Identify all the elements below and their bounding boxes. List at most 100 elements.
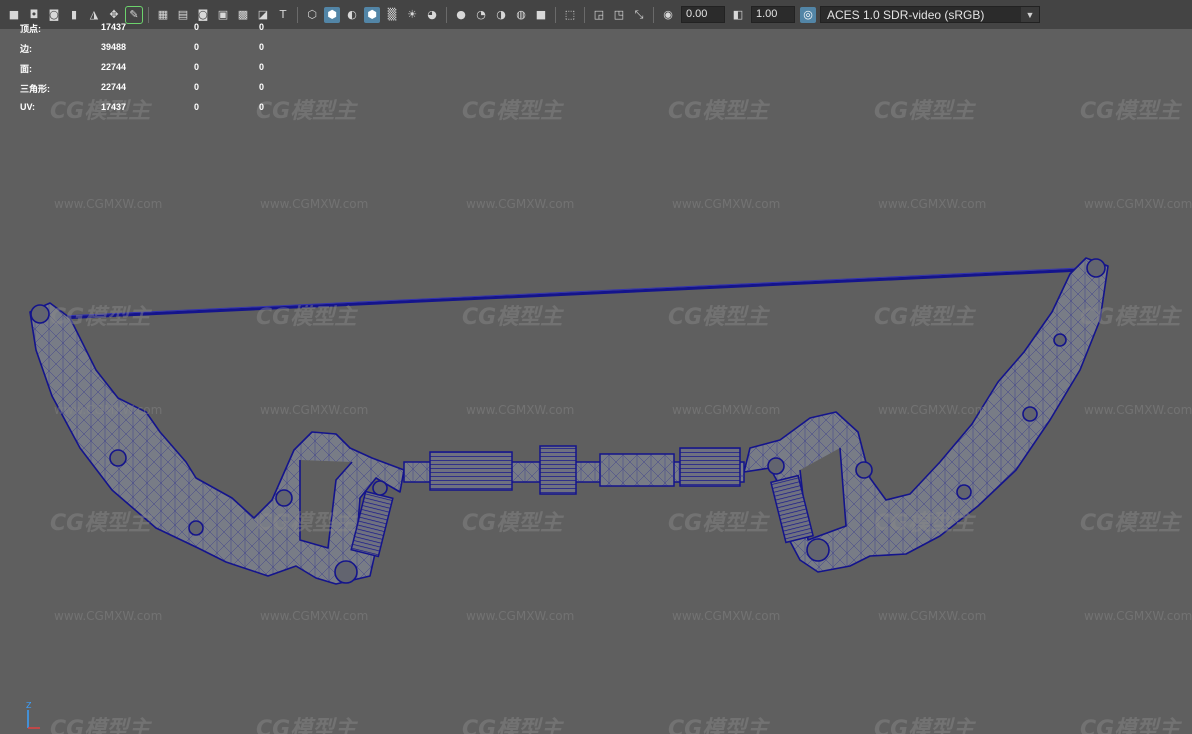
watermark-url: www.CGMXW.com [672, 609, 780, 623]
viewport-toolbar: ■ ◘ ◙ ▮ ◮ ✥ ✎ ▦ ▤ ◙ ▣ ▩ ◪ T ⬡ ⬢ ◐ ⬢ ▒ ☀ … [0, 0, 1192, 29]
xray-active-icon[interactable]: ◲ [591, 7, 607, 23]
safe-action-icon[interactable]: ◪ [255, 7, 271, 23]
safe-title-icon[interactable]: T [275, 7, 291, 23]
chevron-down-icon[interactable]: ▼ [1021, 7, 1039, 22]
watermark-logo: CG模型主 [668, 717, 770, 734]
watermark-url: www.CGMXW.com [260, 197, 368, 211]
watermark-logo: CG模型主 [462, 511, 564, 536]
watermark-url: www.CGMXW.com [878, 609, 986, 623]
watermark-logo: CG模型主 [874, 99, 976, 124]
film-gate-icon[interactable]: ▤ [175, 7, 191, 23]
hud-label: 三角形: [20, 84, 50, 94]
backface-cull-icon[interactable]: ◳ [611, 7, 627, 23]
watermark-logo: CG模型主 [1080, 305, 1182, 330]
watermark-logo: CG模型主 [668, 305, 770, 330]
watermark-url: www.CGMXW.com [878, 197, 986, 211]
isolate-select-icon[interactable]: ■ [533, 7, 549, 23]
shadows-icon[interactable]: ◕ [424, 7, 440, 23]
watermark-url: www.CGMXW.com [54, 197, 162, 211]
color-management-value: ACES 1.0 SDR-video (sRGB) [827, 8, 985, 22]
watermark-logo: CG模型主 [256, 305, 358, 330]
watermark-logo: CG模型主 [50, 511, 152, 536]
exposure-field[interactable]: 0.00 [681, 6, 725, 23]
field-chart-icon[interactable]: ▩ [235, 7, 251, 23]
hud-value: 0 [194, 82, 200, 92]
watermark-layer: CG模型主 www.CGMXW.com CG模型主 www.CGMXW.com CG模型… [50, 99, 1192, 734]
watermark-logo: CG模型主 [668, 99, 770, 124]
watermark-url: www.CGMXW.com [1084, 403, 1192, 417]
screen-space-ao-icon[interactable]: ● [453, 7, 469, 23]
hud-value: 0 [259, 82, 265, 92]
watermark-url: www.CGMXW.com [54, 609, 162, 623]
watermark-logo: CG模型主 [50, 717, 152, 734]
watermark-logo: CG模型主 [874, 511, 976, 536]
wireframe-icon[interactable]: ⬡ [304, 7, 320, 23]
camera-attributes-icon[interactable]: ◙ [46, 7, 62, 23]
watermark-url: www.CGMXW.com [1084, 197, 1192, 211]
toolbar-divider [148, 6, 149, 23]
toolbar-divider [653, 6, 654, 23]
depth-of-field-icon[interactable]: ◍ [513, 7, 529, 23]
resolution-gate-icon[interactable]: ◙ [195, 7, 211, 23]
2d-pan-zoom-icon[interactable]: ✥ [106, 7, 122, 23]
hud-value: 0 [194, 22, 200, 32]
camera-icon[interactable]: ■ [6, 7, 22, 23]
hud-value: 17437 [101, 22, 127, 32]
3d-viewport[interactable]: CG模型主 www.CGMXW.com CG模型主 www.CGMXW.com CG模型… [0, 0, 1192, 734]
grease-pencil-icon[interactable]: ✎ [125, 5, 143, 24]
xray-joints-icon[interactable]: ⬚ [562, 7, 578, 23]
toolbar-divider [297, 6, 298, 23]
hud-label: 边: [20, 44, 32, 54]
image-plane-icon[interactable]: ◮ [86, 7, 102, 23]
hud-value: 0 [194, 62, 200, 72]
watermark-logo: CG模型主 [462, 99, 564, 124]
watermark-url: www.CGMXW.com [260, 609, 368, 623]
hud-value: 39488 [101, 42, 127, 52]
use-all-lights-icon[interactable]: ☀ [404, 7, 420, 23]
gate-mask-icon[interactable]: ▣ [215, 7, 231, 23]
exposure-icon[interactable]: ◉ [660, 7, 676, 23]
watermark-url: www.CGMXW.com [466, 403, 574, 417]
watermark-url: www.CGMXW.com [466, 197, 574, 211]
grid-icon[interactable]: ▦ [155, 7, 171, 23]
watermark-logo: CG模型主 [1080, 511, 1182, 536]
motion-blur-icon[interactable]: ◔ [473, 7, 489, 23]
hud-value: 0 [259, 102, 265, 112]
gamma-icon[interactable]: ◧ [730, 7, 746, 23]
hud-value: 0 [194, 42, 200, 52]
watermark-logo: CG模型主 [1080, 717, 1182, 734]
hud-value: 22744 [101, 62, 127, 72]
watermark-logo: CG模型主 [874, 717, 976, 734]
watermark-url: www.CGMXW.com [672, 197, 780, 211]
frame-all-icon[interactable]: ⤡ [631, 7, 647, 23]
multisample-aa-icon[interactable]: ◑ [493, 7, 509, 23]
watermark-url: www.CGMXW.com [54, 403, 162, 417]
watermark-logo: CG模型主 [256, 511, 358, 536]
watermark-logo: CG模型主 [874, 305, 976, 330]
color-management-dropdown[interactable]: ACES 1.0 SDR-video (sRGB) ▼ [820, 6, 1040, 23]
toolbar-divider [446, 6, 447, 23]
watermark-logo: CG模型主 [256, 99, 358, 124]
default-material-icon[interactable]: ◐ [344, 7, 360, 23]
axis-gizmo-icon: Z [26, 701, 40, 729]
smooth-shade-icon[interactable]: ⬢ [324, 6, 340, 23]
watermark-logo: CG模型主 [50, 305, 152, 330]
hud-value: 0 [194, 102, 200, 112]
hud-label: 顶点: [20, 24, 41, 34]
hud-value: 0 [259, 62, 265, 72]
toolbar-divider [555, 6, 556, 23]
color-management-icon[interactable]: ◎ [800, 6, 816, 23]
watermark-url: www.CGMXW.com [878, 403, 986, 417]
gamma-field[interactable]: 1.00 [751, 6, 795, 23]
xray-icon[interactable]: ▒ [384, 7, 400, 23]
camera-lock-icon[interactable]: ◘ [26, 7, 42, 23]
watermark-url: www.CGMXW.com [260, 403, 368, 417]
hud-label: 面: [20, 64, 32, 74]
watermark-url: www.CGMXW.com [1084, 609, 1192, 623]
toolbar-divider [584, 6, 585, 23]
watermark-logo: CG模型主 [1080, 99, 1182, 124]
bookmark-icon[interactable]: ▮ [66, 7, 82, 23]
hud-label: UV: [20, 102, 36, 112]
hud-value: 17437 [101, 102, 127, 112]
wireframe-on-shaded-icon[interactable]: ⬢ [364, 6, 380, 23]
